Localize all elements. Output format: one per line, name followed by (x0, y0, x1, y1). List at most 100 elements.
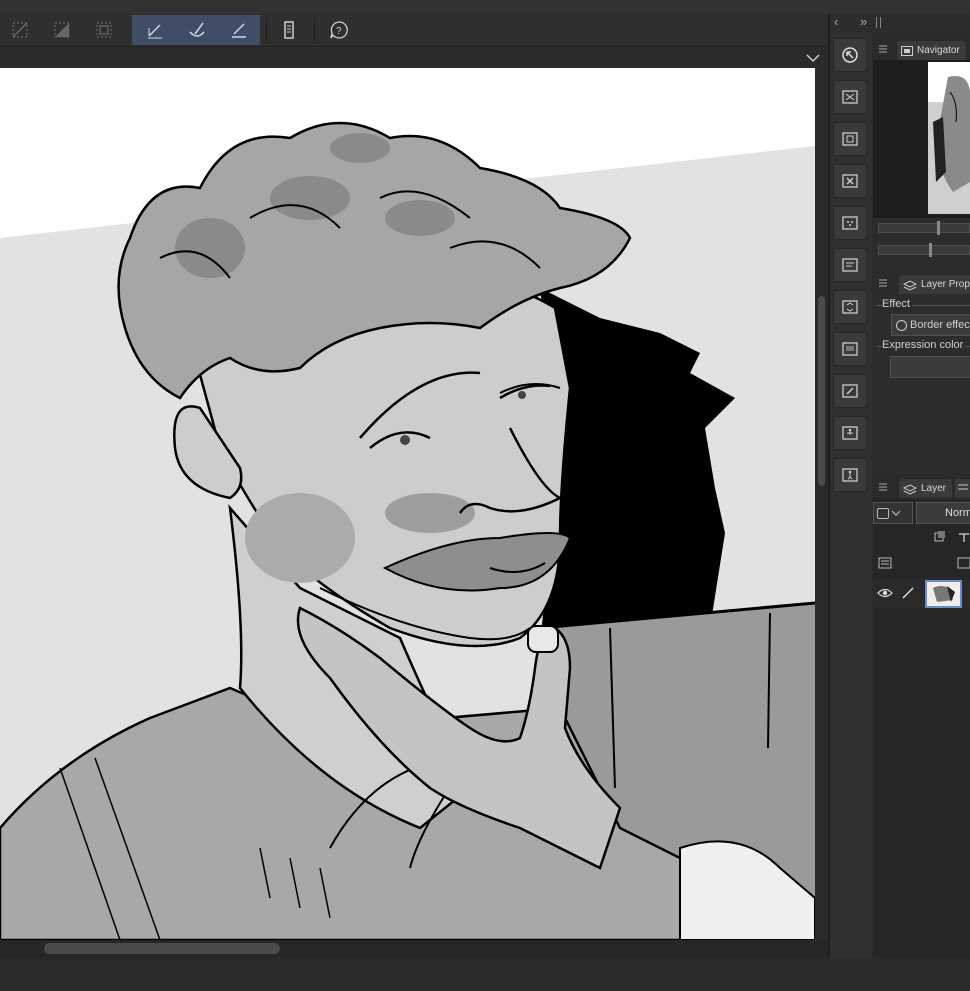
zoom-slider[interactable] (878, 223, 970, 233)
layer-property-panel: Layer Prope Effect Border effect Express… (873, 274, 970, 474)
clip-layer-icon[interactable] (933, 530, 947, 544)
navigator-panel-button[interactable] (833, 38, 867, 72)
expand-right-icon[interactable]: » (860, 14, 867, 29)
folder-arrows-icon (842, 300, 858, 314)
help-icon: ? (330, 21, 348, 39)
ruler-settings-icon (284, 21, 294, 39)
pencil-stroke-button[interactable] (225, 16, 253, 44)
side-column-header: ‹ » (830, 14, 970, 32)
pen-stroke-icon (148, 24, 162, 39)
layer-settings-icon[interactable] (878, 556, 892, 570)
layers-icon (903, 483, 917, 495)
layer-property-title: Layer Prope (921, 279, 970, 290)
rotate-slider[interactable] (878, 245, 970, 255)
drawing-canvas[interactable] (0, 68, 815, 940)
navigator-thumbnail[interactable] (928, 62, 970, 214)
layer-color-dropdown[interactable] (873, 502, 913, 524)
layer-row[interactable] (873, 578, 970, 608)
layer-property-icon (903, 279, 917, 291)
material-pose-button[interactable] (833, 458, 867, 492)
panel-menu-icon[interactable] (879, 279, 887, 287)
layer-mask-icon[interactable] (957, 556, 970, 570)
help-button[interactable]: ? (325, 16, 353, 44)
navigator-tab-icon (901, 45, 913, 56)
border-effect-label: Border effect (910, 319, 970, 331)
layer-thumbnail-artwork (927, 582, 960, 606)
canvas-tab-bar (0, 47, 828, 68)
navigator-title: Navigator (917, 45, 960, 56)
title-strip (0, 0, 970, 14)
eye-icon[interactable] (877, 587, 893, 599)
material-figure-button[interactable] (833, 416, 867, 450)
vertical-scrollbar[interactable] (815, 68, 828, 940)
layer-tab[interactable]: Layer (899, 479, 953, 498)
brush-stroke-button[interactable] (183, 16, 211, 44)
invert-selection-button[interactable] (48, 16, 76, 44)
thumbnail-artwork (928, 76, 970, 214)
blend-mode-dropdown[interactable]: Norm (916, 502, 970, 524)
ruler-settings-button[interactable] (275, 16, 303, 44)
material-arrows-button[interactable] (833, 290, 867, 324)
layer-thumbnail[interactable] (925, 580, 962, 608)
rotate-slider-knob[interactable] (929, 243, 932, 257)
selection-clear-icon (12, 22, 28, 38)
folder-figure-icon (842, 426, 858, 440)
selection-border-icon (96, 22, 112, 38)
panel-menu-icon[interactable] (879, 483, 887, 491)
folder-edit-icon (842, 384, 858, 398)
horizontal-scroll-thumb[interactable] (44, 943, 280, 954)
navigator-tab[interactable]: Navigator (897, 41, 966, 60)
artwork-illustration (0, 121, 815, 940)
folder-x-icon (842, 174, 858, 188)
reference-layer-icon[interactable] (957, 530, 970, 544)
collapse-left-icon[interactable]: ‹ (834, 14, 838, 29)
material-frame-button[interactable] (833, 332, 867, 366)
panel-menu-icon[interactable] (879, 45, 887, 53)
pencil-stroke-icon (232, 23, 246, 38)
border-effect-button[interactable]: Border effect (891, 314, 970, 336)
zoom-slider-knob[interactable] (937, 221, 940, 235)
layer-search-icon (958, 484, 968, 490)
material-x-icon (842, 90, 858, 104)
folder-text-icon (842, 258, 858, 272)
layer-color-swatch-icon (877, 507, 889, 519)
chevron-down-icon[interactable] (806, 53, 820, 63)
navigator-panel: Navigator (873, 40, 970, 270)
border-effect-circle-icon (896, 319, 907, 331)
navigator-header: Navigator (873, 40, 970, 60)
material-image-button[interactable] (833, 122, 867, 156)
invert-selection-icon (54, 22, 70, 38)
folder-pose-icon (842, 468, 858, 482)
material-panel-button[interactable] (833, 80, 867, 114)
layer-search-tab[interactable] (955, 479, 970, 498)
navigator-icon (842, 47, 858, 63)
vertical-scroll-thumb[interactable] (818, 296, 825, 486)
layer-header: Layer (873, 478, 970, 498)
status-strip (0, 958, 970, 991)
toolbar-separator (266, 18, 267, 42)
expression-color-label: Expression color (882, 339, 966, 351)
svg-text:?: ? (336, 26, 342, 37)
clear-selection-button[interactable] (6, 16, 34, 44)
material-edit-button[interactable] (833, 374, 867, 408)
material-pattern-button[interactable] (833, 206, 867, 240)
material-text-button[interactable] (833, 248, 867, 282)
selection-border-button[interactable] (90, 16, 118, 44)
toolbar-separator (314, 18, 315, 42)
command-bar: ? (0, 14, 828, 47)
layer-property-header: Layer Prope (873, 274, 970, 294)
folder-image-icon (842, 132, 858, 146)
folder-pattern-icon (842, 216, 858, 230)
effect-label: Effect (882, 298, 912, 310)
expression-color-dropdown[interactable] (890, 356, 970, 378)
pencil-icon[interactable] (901, 586, 915, 600)
folder-frame-icon (842, 342, 858, 356)
layer-property-tab[interactable]: Layer Prope (899, 275, 970, 294)
column-grip-icon[interactable] (876, 17, 881, 28)
pen-stroke-button[interactable] (141, 16, 169, 44)
material-close-button[interactable] (833, 164, 867, 198)
chevron-down-icon (891, 510, 901, 516)
layer-panel: Layer Norm (873, 478, 970, 958)
brush-stroke-icon (189, 22, 205, 37)
layer-title: Layer (921, 483, 947, 494)
